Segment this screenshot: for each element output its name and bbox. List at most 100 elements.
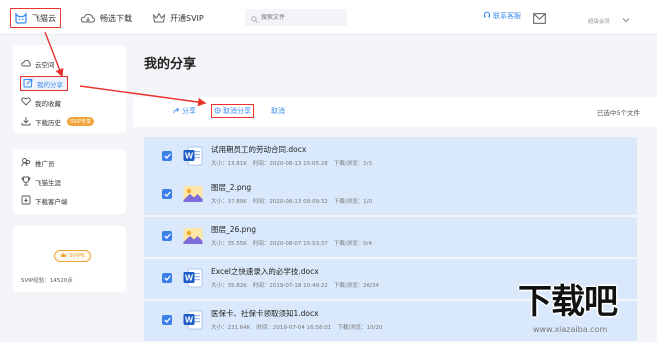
- cloud-download-icon: [80, 12, 96, 24]
- sidebar-item-label: 推广员: [35, 159, 55, 168]
- cat-logo-icon: [14, 12, 28, 24]
- watermark-logo: 下载吧: [518, 282, 618, 322]
- client-icon: [21, 195, 31, 207]
- file-stats: 下载/浏览：2/3: [333, 161, 373, 167]
- file-name[interactable]: 图层_2.png: [211, 182, 251, 193]
- file-meta: 大小：35.55K 时间：2020-08-07 15:53:37 下载/浏览：0/4: [211, 239, 372, 247]
- image-file-icon: [182, 183, 204, 205]
- svip-experience: SVIP经验：14520点: [21, 278, 73, 284]
- file-stats: 下载/浏览：10/20: [337, 325, 383, 331]
- selected-count: 已选中5个文件: [596, 109, 640, 117]
- sidebar-item-favorites[interactable]: 我的收藏: [21, 96, 61, 109]
- row-checkbox[interactable]: [162, 273, 172, 283]
- cancel-share-button-label: 取消分享: [223, 107, 251, 115]
- sidebar-item-my-shares[interactable]: 我的分享: [20, 76, 68, 91]
- word-file-icon: W: [182, 309, 204, 331]
- sidebar-item-label: 下载历史: [35, 118, 61, 127]
- file-time: 时间：2020-08-13 09:09:32: [252, 199, 328, 205]
- headset-icon: [483, 11, 491, 21]
- file-size: 大小：37.89K: [211, 199, 247, 205]
- svip-exclusive-badge: SVIP专享: [67, 117, 95, 126]
- sidebar-item-label: 飞猫生涯: [35, 178, 61, 187]
- heart-icon: [21, 97, 31, 108]
- file-time: 时间：2019-07-18 10:49:22: [252, 283, 328, 289]
- sidebar-item-cloud-space[interactable]: 云空间: [21, 57, 55, 70]
- file-name[interactable]: Excel之快速录入的必学技.docx: [211, 266, 319, 277]
- file-toolbar: 分享 取消分享 取消 已选中5个文件: [133, 97, 657, 127]
- account-name[interactable]: 超级会员: [588, 17, 610, 25]
- sidebar-item-download-history[interactable]: 下载历史 SVIP专享: [21, 115, 95, 128]
- nav-open-svip[interactable]: 开通SVIP: [152, 8, 204, 28]
- cancel-button[interactable]: 取消: [271, 106, 285, 116]
- file-size: 大小：35.82K: [211, 283, 247, 289]
- file-size: 大小：231.64K: [211, 325, 251, 331]
- nav-feimao-cloud[interactable]: 飞猫云: [10, 8, 61, 28]
- watermark-url: www.xiazaiba.com: [533, 325, 608, 334]
- svip-level-label: SVIP6: [69, 253, 85, 259]
- svg-text:W: W: [185, 315, 194, 325]
- file-name[interactable]: 试用期员工的劳动合同.docx: [211, 144, 306, 155]
- search-input[interactable]: [261, 14, 341, 21]
- nav-quick-download-label: 畅选下载: [100, 13, 132, 23]
- file-name[interactable]: 医保卡、社保卡领取须知1.docx: [211, 308, 319, 319]
- site-watermark: 下载吧 www.xiazaiba.com: [515, 281, 655, 339]
- file-stats: 下载/浏览：26/34: [333, 283, 380, 289]
- chevron-down-icon[interactable]: [622, 8, 630, 27]
- cancel-button-label: 取消: [271, 107, 285, 115]
- file-size: 大小：35.55K: [211, 241, 247, 247]
- mail-icon[interactable]: [533, 9, 546, 28]
- nav-feimao-cloud-label: 飞猫云: [32, 13, 56, 23]
- svg-text:W: W: [185, 151, 194, 161]
- sidebar-item-career[interactable]: 飞猫生涯: [21, 175, 61, 188]
- file-name[interactable]: 图层_26.png: [211, 224, 256, 235]
- sidebar-item-label: 我的分享: [37, 80, 63, 89]
- sidebar-item-promoter[interactable]: 推广员: [21, 156, 55, 169]
- sidebar-item-download-client[interactable]: 下载客户端: [21, 194, 68, 207]
- search-box[interactable]: [245, 9, 347, 26]
- share-icon: [173, 107, 180, 116]
- file-row[interactable]: W 试用期员工的劳动合同.docx 大小：13.81K 时间：2020-08-13 1…: [144, 137, 637, 177]
- file-stats: 下载/浏览：0/4: [333, 241, 373, 247]
- sidebar-item-label: 我的收藏: [35, 99, 61, 108]
- top-header: 飞猫云 畅选下载 开通SVIP 联系客服 超级会员: [0, 0, 657, 35]
- file-row[interactable]: 图层_26.png 大小：35.55K 时间：2020-08-07 15:53:37…: [144, 217, 637, 257]
- row-checkbox[interactable]: [162, 151, 172, 161]
- contact-support[interactable]: 联系客服: [483, 11, 521, 21]
- crown-icon: [152, 12, 166, 24]
- file-time: 时间：2020-08-07 15:53:37: [252, 241, 328, 247]
- crown-icon: [60, 252, 67, 260]
- sidebar-item-label: 云空间: [35, 60, 55, 69]
- file-meta: 大小：13.81K 时间：2020-08-13 15:05:28 下载/浏览：2/3: [211, 159, 372, 167]
- file-stats: 下载/浏览：1/0: [333, 199, 373, 205]
- word-file-icon: W: [182, 267, 204, 289]
- cancel-share-icon: [214, 106, 221, 116]
- nav-open-svip-label: 开通SVIP: [170, 13, 204, 23]
- file-meta: 大小：35.82K 时间：2019-07-18 10:49:22 下载/浏览：26/…: [211, 281, 379, 289]
- file-meta: 大小：37.89K 时间：2020-08-13 09:09:32 下载/浏览：1/0: [211, 197, 372, 205]
- contact-support-label: 联系客服: [493, 12, 521, 20]
- page-title: 我的分享: [144, 57, 197, 72]
- cloud-icon: [21, 59, 31, 69]
- svg-text:W: W: [185, 273, 194, 283]
- file-meta: 大小：231.64K 时间：2019-07-04 16:58:01 下载/浏览：10…: [211, 323, 383, 331]
- nav-quick-download[interactable]: 畅选下载: [80, 8, 132, 28]
- promoter-icon: [21, 157, 31, 169]
- svip-level-badge[interactable]: SVIP6: [54, 250, 91, 262]
- share-icon: [23, 78, 33, 90]
- trophy-icon: [21, 176, 31, 188]
- word-file-icon: W: [182, 145, 204, 167]
- row-checkbox[interactable]: [162, 315, 172, 325]
- row-checkbox[interactable]: [162, 231, 172, 241]
- sidebar-extra-menu: 推广员 飞猫生涯 下载客户端: [13, 149, 126, 214]
- row-checkbox[interactable]: [162, 189, 172, 199]
- sidebar-main-menu: 云空间 我的分享 我的收藏 下载历史 SVIP专享: [13, 45, 126, 133]
- search-icon: [251, 8, 258, 27]
- svip-card: SVIP6 SVIP经验：14520点: [13, 226, 126, 292]
- image-file-icon: [182, 225, 204, 247]
- file-size: 大小：13.81K: [211, 161, 247, 167]
- share-button-label: 分享: [182, 107, 196, 115]
- download-icon: [21, 116, 31, 128]
- cancel-share-button[interactable]: 取消分享: [211, 104, 254, 118]
- file-row[interactable]: 图层_2.png 大小：37.89K 时间：2020-08-13 09:09:32 下…: [144, 175, 637, 215]
- share-button[interactable]: 分享: [173, 106, 196, 116]
